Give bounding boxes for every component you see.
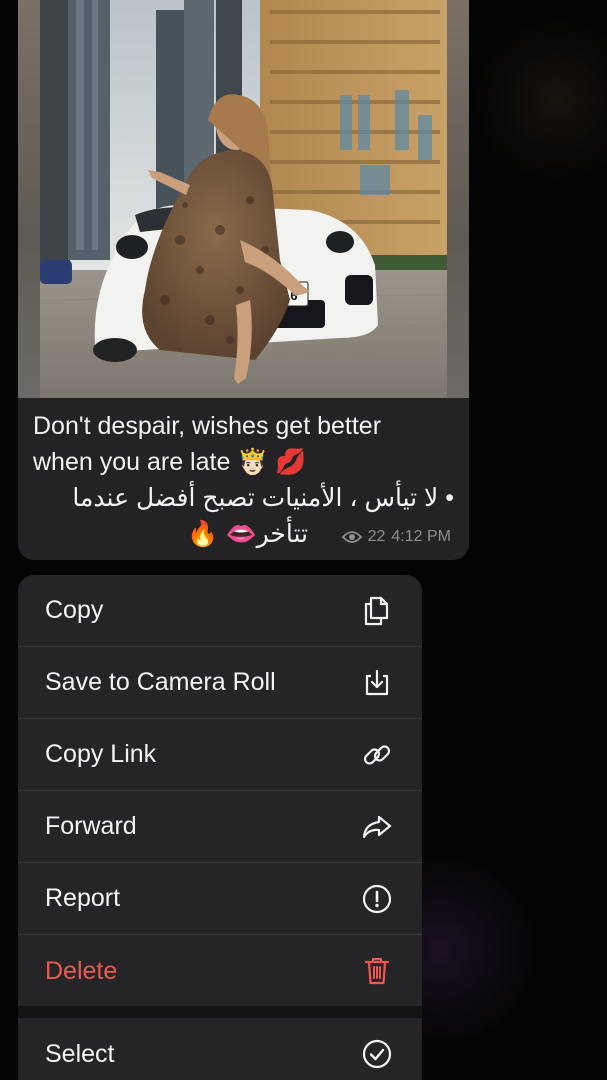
forward-arrow-icon (360, 810, 394, 844)
caption-line: Don't despair, wishes get better (33, 412, 382, 440)
views-count: 22 (367, 528, 386, 545)
menu-item-copy[interactable]: Copy (18, 575, 422, 647)
menu-item-label: Copy (45, 596, 104, 624)
menu-separator (18, 1006, 422, 1018)
message-time: 4:12 PM (391, 528, 451, 545)
menu-item-label: Save to Camera Roll (45, 668, 276, 696)
menu-item-report[interactable]: Report (18, 863, 422, 935)
menu-item-label: Report (45, 884, 121, 912)
photo-edge-blur (18, 0, 40, 398)
message-photo[interactable]: 3316 (40, 0, 447, 398)
save-download-icon (360, 666, 394, 700)
views-eye-icon (341, 530, 362, 544)
caption-line: when you are late 🤴🏻 💋 (33, 448, 307, 476)
menu-item-copy-link[interactable]: Copy Link (18, 719, 422, 791)
photo-illustration: 3316 (40, 0, 447, 398)
menu-item-select[interactable]: Select (18, 1018, 422, 1080)
context-menu: Copy Save to Camera Roll Copy Link Forwa… (18, 575, 422, 1080)
menu-item-label: Forward (45, 812, 137, 840)
menu-item-save-to-camera-roll[interactable]: Save to Camera Roll (18, 647, 422, 719)
menu-item-forward[interactable]: Forward (18, 791, 422, 863)
trash-icon (360, 954, 394, 988)
menu-item-label: Copy Link (45, 740, 157, 768)
copy-icon (360, 594, 394, 628)
checkmark-circle-icon (360, 1037, 394, 1071)
message-bubble[interactable]: 3316 Don't despair, wishes get (18, 0, 469, 560)
photo-edge-blur (447, 0, 469, 398)
menu-item-delete[interactable]: Delete (18, 935, 422, 1007)
background-glow (467, 20, 607, 180)
menu-item-label: Select (45, 1039, 115, 1068)
message-meta: 22 4:12 PM (341, 528, 451, 546)
link-icon (360, 738, 394, 772)
exclamation-circle-icon (360, 882, 394, 916)
screen: 3316 Don't despair, wishes get (0, 0, 607, 1080)
caption-arabic-line: • لا تيأس ، الأمنيات تصبح أفضل عندما (72, 484, 454, 512)
menu-item-label: Delete (45, 956, 118, 985)
